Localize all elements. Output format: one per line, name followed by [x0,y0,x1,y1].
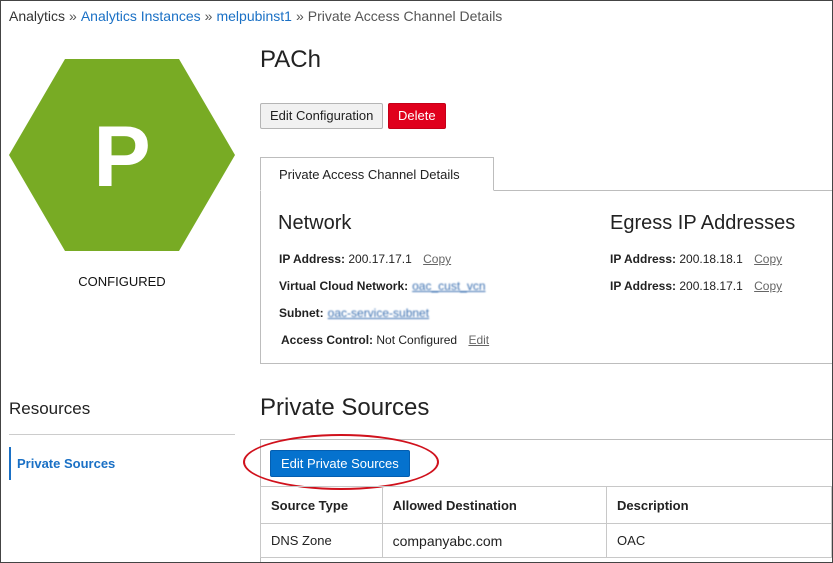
resources-heading: Resources [9,399,91,418]
cell-source-type: DNS Zone [260,523,383,558]
tab-private-access-channel-details[interactable]: Private Access Channel Details [260,157,494,191]
page-title: PACh [260,46,321,73]
access-control-label: Access Control: [281,333,374,347]
instance-letter: P [93,109,150,205]
edit-configuration-button[interactable]: Edit Configuration [260,103,384,129]
egress-ip-label: IP Address: [610,279,677,293]
egress-ip-label: IP Address: [610,252,677,266]
table-header-row: Source Type Allowed Destination Descript… [260,486,832,524]
breadcrumb-separator: » [295,8,304,24]
subnet-field: Subnet: oac-service-subnet [279,306,429,320]
network-ip-field: IP Address: 200.17.17.1 Copy [279,252,451,266]
cell-allowed-destination: companyabc.com [381,523,608,558]
egress-ip-field: IP Address: 200.18.18.1 Copy [610,252,782,266]
copy-egress-ip-link[interactable]: Copy [754,279,782,293]
resources-divider [9,434,235,435]
egress-ip-value: 200.18.18.1 [679,252,743,266]
vcn-label: Virtual Cloud Network: [279,279,409,293]
egress-ip-field: IP Address: 200.18.17.1 Copy [610,279,782,293]
access-control-value: Not Configured [376,333,458,347]
edit-access-control-link[interactable]: Edit [468,333,489,347]
copy-egress-ip-link[interactable]: Copy [754,252,782,266]
annotation-circle [243,434,439,490]
breadcrumb-root: Analytics [9,8,66,24]
breadcrumb-analytics-instances[interactable]: Analytics Instances [81,8,201,24]
ip-address-label: IP Address: [279,252,346,266]
breadcrumb-current: Private Access Channel Details [307,8,503,24]
network-heading: Network [278,212,352,234]
access-control-field: Access Control: Not Configured Edit [281,333,489,347]
vcn-link[interactable]: oac_cust_vcn [412,279,485,293]
delete-button[interactable]: Delete [388,103,446,129]
page-frame: Analytics» Analytics Instances» melpubinst… [0,0,833,563]
breadcrumb-separator: » [69,8,77,24]
sidebar-item-private-sources[interactable]: Private Sources [9,447,115,480]
subnet-label: Subnet: [279,306,324,320]
ip-address-value: 200.17.17.1 [348,252,412,266]
column-header-allowed-destination[interactable]: Allowed Destination [381,486,608,524]
status-label: CONFIGURED [78,274,166,289]
breadcrumb: Analytics» Analytics Instances» melpubinst… [9,8,502,24]
subnet-link[interactable]: oac-service-subnet [328,306,429,320]
private-sources-table: Source Type Allowed Destination Descript… [260,486,832,558]
breadcrumb-separator: » [204,8,213,24]
private-sources-heading: Private Sources [260,394,430,421]
egress-ip-value: 200.18.17.1 [679,279,743,293]
egress-heading: Egress IP Addresses [610,212,796,234]
copy-ip-link[interactable]: Copy [423,252,451,266]
column-header-description[interactable]: Description [606,486,832,524]
table-row[interactable]: DNS Zone companyabc.com OAC [260,523,832,558]
instance-hexagon-icon: P [9,59,235,251]
breadcrumb-instance[interactable]: melpubinst1 [216,8,292,24]
vcn-field: Virtual Cloud Network: oac_cust_vcn [279,279,486,293]
column-header-source-type[interactable]: Source Type [260,486,383,524]
cell-description: OAC [606,523,832,558]
